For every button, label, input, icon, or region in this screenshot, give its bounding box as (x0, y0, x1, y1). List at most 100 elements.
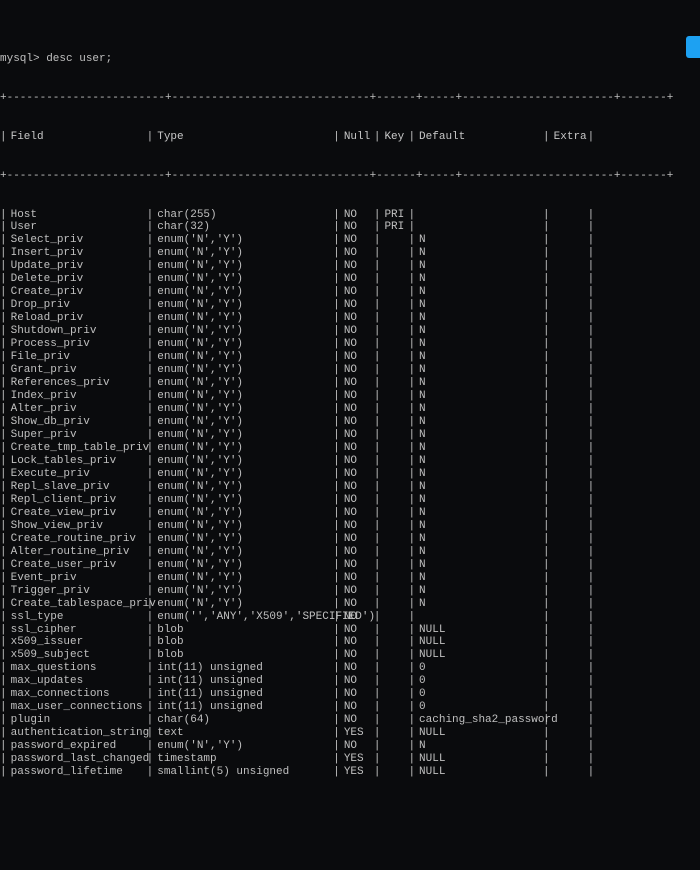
cell-key (380, 299, 408, 312)
cell-field: Host (7, 209, 147, 222)
cell-null: NO (340, 481, 374, 494)
table-row: |Host|char(255)|NO|PRI||| (0, 209, 700, 222)
cell-default: 0 (415, 701, 543, 714)
table-row: |Show_view_priv|enum('N','Y')|NO||N|| (0, 520, 700, 533)
cell-extra (550, 675, 588, 688)
cell-null: NO (340, 714, 374, 727)
table-row: |Update_priv|enum('N','Y')|NO||N|| (0, 260, 700, 273)
cell-default (415, 611, 543, 624)
cell-null: NO (340, 377, 374, 390)
cell-type: enum('N','Y') (153, 468, 333, 481)
cell-default: N (415, 507, 543, 520)
mysql-prompt: mysql> desc user; (0, 52, 700, 66)
cell-null: NO (340, 559, 374, 572)
cell-null: NO (340, 701, 374, 714)
cell-extra (550, 234, 588, 247)
cell-field: Show_view_priv (7, 520, 147, 533)
cell-extra (550, 598, 588, 611)
cell-null: NO (340, 572, 374, 585)
cell-key (380, 390, 408, 403)
cell-default: caching_sha2_password (415, 714, 543, 727)
cell-key (380, 429, 408, 442)
cell-type: char(255) (153, 209, 333, 222)
table-row: |Repl_client_priv|enum('N','Y')|NO||N|| (0, 494, 700, 507)
cell-default: N (415, 299, 543, 312)
cell-key (380, 442, 408, 455)
cell-default: N (415, 546, 543, 559)
cell-field: Create_view_priv (7, 507, 147, 520)
cell-field: Create_priv (7, 286, 147, 299)
cell-field: Lock_tables_priv (7, 455, 147, 468)
cell-null: NO (340, 221, 374, 234)
cell-default: N (415, 377, 543, 390)
table-row: |x509_subject|blob|NO||NULL|| (0, 649, 700, 662)
cell-key (380, 377, 408, 390)
cell-type: char(64) (153, 714, 333, 727)
cell-type: int(11) unsigned (153, 675, 333, 688)
cell-extra (550, 494, 588, 507)
cell-type: text (153, 727, 333, 740)
cell-null: NO (340, 273, 374, 286)
cell-default (415, 209, 543, 222)
cell-default: N (415, 390, 543, 403)
cell-field: Create_tablespace_priv (7, 598, 147, 611)
cell-key (380, 286, 408, 299)
cell-type: enum('N','Y') (153, 338, 333, 351)
table-row: |password_last_changed|timestamp|YES||NU… (0, 753, 700, 766)
cell-default: 0 (415, 688, 543, 701)
cell-key (380, 338, 408, 351)
table-row: |Event_priv|enum('N','Y')|NO||N|| (0, 572, 700, 585)
cell-null: NO (340, 234, 374, 247)
cell-default: N (415, 312, 543, 325)
cell-field: x509_issuer (7, 636, 147, 649)
cell-extra (550, 273, 588, 286)
cell-extra (550, 364, 588, 377)
cell-default: N (415, 364, 543, 377)
cell-default: 0 (415, 675, 543, 688)
cell-extra (550, 299, 588, 312)
cell-type: enum('N','Y') (153, 286, 333, 299)
cell-extra (550, 377, 588, 390)
table-row: |Alter_routine_priv|enum('N','Y')|NO||N|… (0, 546, 700, 559)
cell-default: N (415, 403, 543, 416)
cell-field: Delete_priv (7, 273, 147, 286)
cell-extra (550, 727, 588, 740)
cell-extra (550, 312, 588, 325)
cell-null: NO (340, 455, 374, 468)
cell-field: password_last_changed (7, 753, 147, 766)
cell-field: Repl_slave_priv (7, 481, 147, 494)
table-row: |max_updates|int(11) unsigned|NO||0|| (0, 675, 700, 688)
cell-key (380, 273, 408, 286)
cell-field: Show_db_priv (7, 416, 147, 429)
cell-null: NO (340, 390, 374, 403)
cell-key (380, 585, 408, 598)
cell-default: N (415, 598, 543, 611)
cell-field: max_questions (7, 662, 147, 675)
table-row: |x509_issuer|blob|NO||NULL|| (0, 636, 700, 649)
cell-extra (550, 260, 588, 273)
table-row: |Create_tablespace_priv|enum('N','Y')|NO… (0, 598, 700, 611)
cell-extra (550, 585, 588, 598)
cell-type: enum('N','Y') (153, 416, 333, 429)
cell-extra (550, 572, 588, 585)
table-header-row: |Field |Type |Null |Key |Default |Extra … (0, 131, 700, 144)
table-row: |ssl_type|enum('','ANY','X509','SPECIFIE… (0, 611, 700, 624)
table-row: |Process_priv|enum('N','Y')|NO||N|| (0, 338, 700, 351)
cell-null: NO (340, 338, 374, 351)
side-tab-icon[interactable] (686, 36, 700, 58)
cell-type: enum('N','Y') (153, 403, 333, 416)
cell-type: enum('N','Y') (153, 507, 333, 520)
cell-null: NO (340, 533, 374, 546)
table-row: |Drop_priv|enum('N','Y')|NO||N|| (0, 299, 700, 312)
cell-type: enum('N','Y') (153, 273, 333, 286)
table-row: |Insert_priv|enum('N','Y')|NO||N|| (0, 247, 700, 260)
table-row: |Create_view_priv|enum('N','Y')|NO||N|| (0, 507, 700, 520)
cell-type: enum('N','Y') (153, 572, 333, 585)
cell-type: enum('N','Y') (153, 364, 333, 377)
col-header-default: Default (415, 131, 543, 144)
cell-null: NO (340, 247, 374, 260)
cell-field: Shutdown_priv (7, 325, 147, 338)
cell-default: N (415, 520, 543, 533)
cell-type: enum('N','Y') (153, 234, 333, 247)
table-row: |Create_user_priv|enum('N','Y')|NO||N|| (0, 559, 700, 572)
